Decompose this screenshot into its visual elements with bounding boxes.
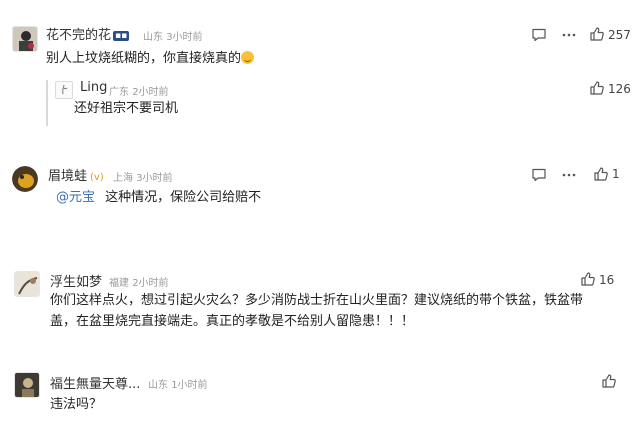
grin-sweat-emoji bbox=[241, 51, 255, 64]
thumbs-up-icon[interactable] bbox=[593, 166, 609, 182]
timestamp: 3小时前 bbox=[136, 173, 173, 184]
reply-avatar[interactable] bbox=[55, 81, 73, 99]
comment-text: 违法吗？ bbox=[50, 397, 103, 412]
level-badge: ▪▪ bbox=[113, 30, 130, 41]
comment-meta: 山东 1小时前 bbox=[148, 376, 208, 391]
more-icon[interactable] bbox=[561, 27, 577, 43]
thumbs-up-icon[interactable] bbox=[589, 26, 605, 42]
comment-text-line: 盖，在盆里烧完直接端走。真正的孝敬是不给别人留隐患！！！ bbox=[50, 314, 415, 329]
username[interactable]: 浮生如梦 bbox=[50, 271, 102, 290]
username[interactable]: 福生無量天尊... bbox=[50, 373, 140, 392]
comment-meta: 福建 2小时前 bbox=[109, 274, 169, 289]
username[interactable]: 眉境蛙 (v) bbox=[48, 165, 104, 184]
location: 上海 bbox=[113, 173, 133, 184]
comment-text: 别人上坟烧纸糊的，你直接烧真的 bbox=[46, 48, 255, 70]
truncated-text bbox=[45, 234, 135, 239]
comment-text-line: 你们这样点火，想过引起火灾么？多少消防战士折在山火里面？建议烧纸的带个铁盆，铁盆… bbox=[50, 293, 584, 308]
timestamp: 2小时前 bbox=[132, 278, 169, 289]
location: 福建 bbox=[109, 278, 129, 289]
thumbs-up-icon[interactable] bbox=[589, 80, 605, 96]
comment-item: 福生無量天尊... 山东 1小时前 违法吗？ bbox=[0, 360, 633, 426]
avatar[interactable] bbox=[14, 271, 40, 297]
username[interactable]: 花不完的花 ▪▪ bbox=[46, 24, 130, 43]
avatar[interactable] bbox=[12, 166, 38, 192]
mention-link[interactable]: @元宝 bbox=[56, 190, 95, 205]
like-count: 257 bbox=[608, 28, 631, 42]
location: 山东 bbox=[148, 380, 168, 391]
avatar[interactable] bbox=[12, 26, 38, 52]
timestamp: 3小时前 bbox=[166, 32, 203, 43]
comment-icon[interactable] bbox=[531, 167, 547, 183]
comment-meta: 山东 3小时前 bbox=[143, 28, 203, 43]
thumbs-up-icon[interactable] bbox=[601, 373, 617, 389]
more-icon[interactable] bbox=[561, 167, 577, 183]
reply-username[interactable]: Ling bbox=[80, 80, 107, 95]
comment-item: 浮生如梦 福建 2小时前 16 你们这样点火，想过引起火灾么？多少消防战士折在山… bbox=[0, 250, 633, 360]
comment-item: 花不完的花 ▪▪ 山东 3小时前 257 别人上坟烧纸糊的，你直接烧真的 Ling… bbox=[0, 0, 633, 140]
verified-badge: (v) bbox=[90, 172, 104, 183]
like-count: 16 bbox=[599, 273, 615, 287]
location: 广东 bbox=[109, 87, 129, 98]
avatar[interactable] bbox=[14, 372, 40, 398]
comment-text: @元宝 这种情况，保险公司给赔不 bbox=[56, 190, 262, 205]
thumbs-up-icon[interactable] bbox=[580, 271, 596, 287]
comment-meta: 上海 3小时前 bbox=[113, 169, 173, 184]
timestamp: 1小时前 bbox=[171, 380, 208, 391]
comment-item: 眉境蛙 (v) 上海 3小时前 1 @元宝 这种情况，保险公司给赔不 bbox=[0, 140, 633, 250]
reply-meta: 广东 2小时前 bbox=[109, 83, 169, 98]
timestamp: 2小时前 bbox=[132, 87, 169, 98]
like-count: 126 bbox=[608, 82, 631, 96]
comment-icon[interactable] bbox=[531, 27, 547, 43]
location: 山东 bbox=[143, 32, 163, 43]
reply-divider bbox=[46, 80, 48, 126]
reply-text: 还好祖宗不要司机 bbox=[74, 101, 179, 116]
like-count: 1 bbox=[612, 167, 620, 181]
